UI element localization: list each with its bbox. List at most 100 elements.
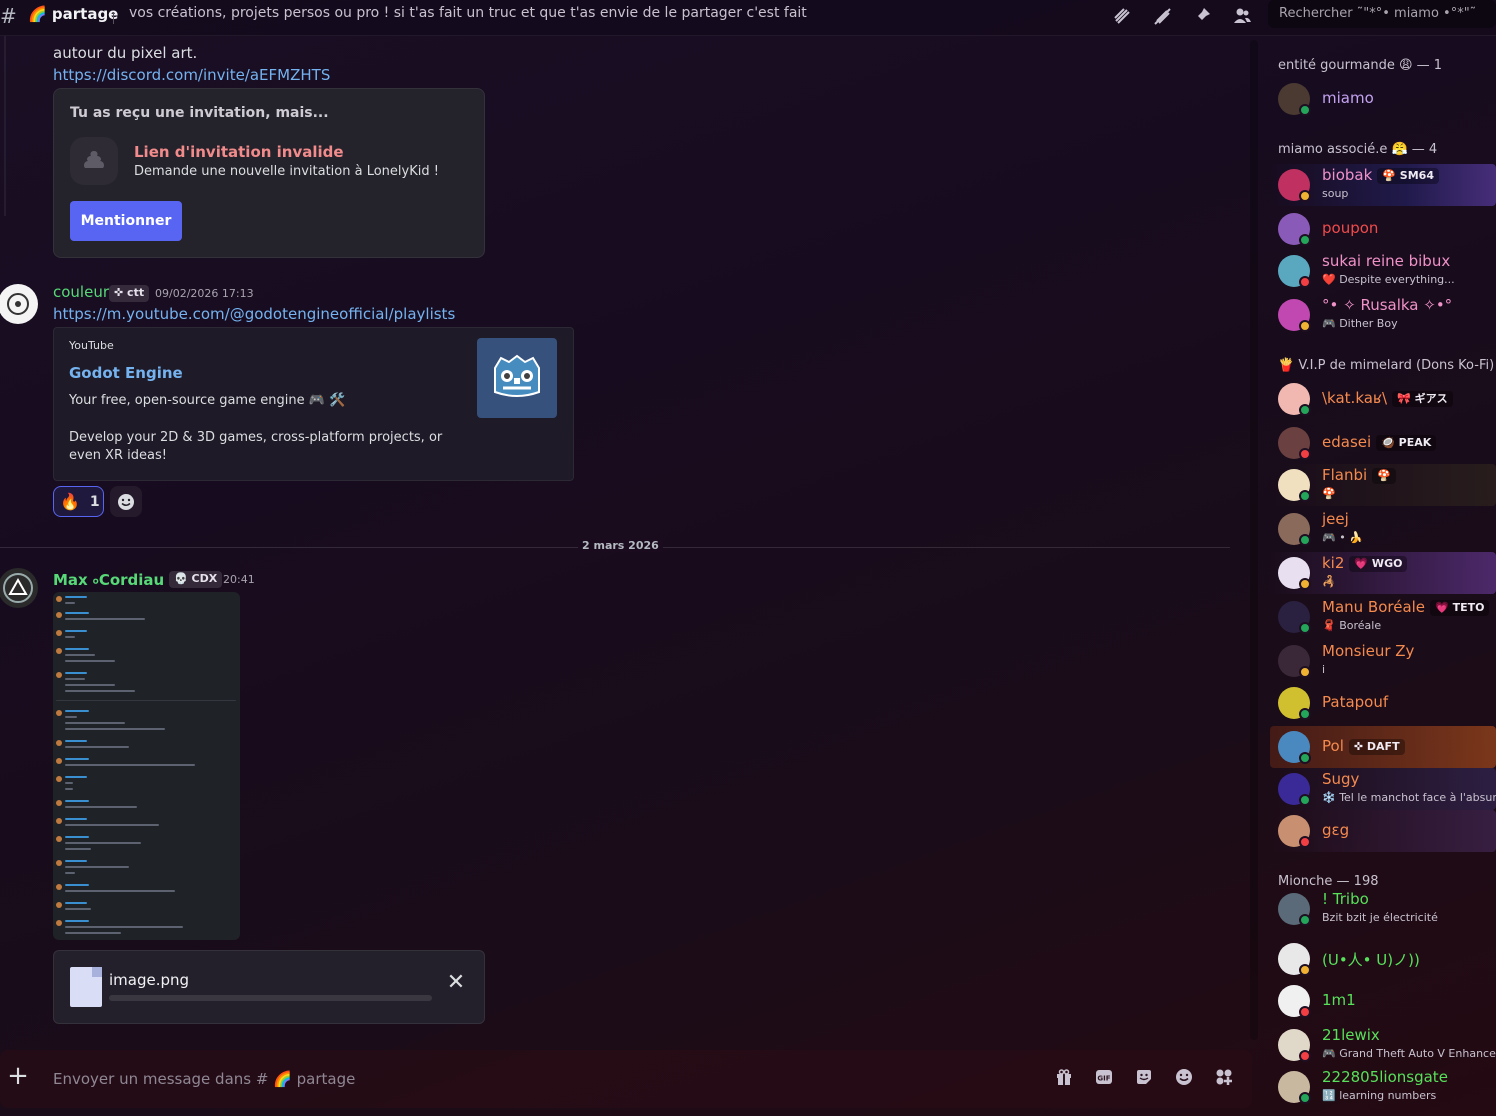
member-item[interactable]: Manu Boréale 💗 TETO 🧣 Boréale bbox=[1270, 596, 1496, 638]
member-item[interactable]: edasei 🥥 PEAK bbox=[1270, 422, 1496, 464]
status-indicator-icon bbox=[1299, 404, 1311, 416]
member-server-tag[interactable]: 🥥 PEAK bbox=[1376, 435, 1437, 451]
apps-icon[interactable] bbox=[1213, 1068, 1235, 1090]
embed-title[interactable]: Godot Engine bbox=[69, 364, 183, 382]
member-custom-status: 🎮 Dither Boy bbox=[1322, 317, 1398, 330]
upload-filename: image.png bbox=[109, 971, 190, 989]
img-chat-name bbox=[65, 776, 87, 778]
member-item[interactable]: Sugy ❄️ Tel le manchot face à l'absur bbox=[1270, 768, 1496, 810]
mention-button[interactable]: Mentionner bbox=[70, 201, 182, 241]
member-server-tag[interactable]: 🍄 bbox=[1372, 468, 1396, 484]
member-item[interactable]: Flanbi 🍄 🍄 bbox=[1270, 464, 1496, 506]
gif-icon[interactable]: GIF bbox=[1093, 1068, 1115, 1090]
member-item[interactable]: 21lewix 🎮 Grand Theft Auto V Enhanced bbox=[1270, 1024, 1496, 1066]
member-custom-status: 🎮 • 🍌 bbox=[1322, 531, 1363, 544]
sticker-icon[interactable] bbox=[1133, 1068, 1155, 1090]
member-server-tag[interactable]: ✜ DAFT bbox=[1348, 739, 1405, 755]
member-name: °• ✧ Rusalka ✧•° bbox=[1322, 296, 1453, 314]
status-indicator-icon bbox=[1299, 190, 1311, 202]
server-tag[interactable]: ✜ ctt bbox=[109, 285, 150, 302]
member-item[interactable]: (U•人• U)ノ)) bbox=[1270, 938, 1496, 980]
status-indicator-icon bbox=[1299, 752, 1311, 764]
member-item[interactable]: miamo bbox=[1270, 78, 1496, 120]
img-chat-name bbox=[65, 710, 89, 712]
member-server-tag[interactable]: 🍄 SM64 bbox=[1377, 168, 1439, 184]
author-name[interactable]: couleur bbox=[53, 283, 109, 301]
img-chat-line bbox=[65, 890, 175, 892]
member-list[interactable]: entité gourmande 😩 — 1 miamo associé.e 😤 … bbox=[1262, 36, 1496, 1116]
notifications-muted-icon[interactable] bbox=[1148, 2, 1176, 30]
img-chat-line bbox=[65, 764, 195, 766]
invalid-invite-icon bbox=[70, 137, 118, 185]
member-item[interactable]: ki2 💗 WGO 🦂 bbox=[1270, 552, 1496, 594]
tag-sparkle-icon: ✜ bbox=[114, 286, 128, 299]
member-item[interactable]: Patapouf bbox=[1270, 682, 1496, 724]
add-reaction-button[interactable] bbox=[110, 486, 142, 517]
img-chat-line bbox=[65, 848, 91, 850]
member-name: edasei bbox=[1322, 433, 1372, 451]
message-scrollbar[interactable] bbox=[1250, 40, 1258, 1040]
member-item[interactable]: biobak 🍄 SM64 soup bbox=[1270, 164, 1496, 206]
member-server-tag[interactable]: 🎀 ギアス bbox=[1392, 391, 1453, 407]
status-indicator-icon bbox=[1299, 490, 1311, 502]
img-chat-name bbox=[65, 630, 87, 632]
member-item[interactable]: \kat.kaʁ\ 🎀 ギアス bbox=[1270, 378, 1496, 420]
reaction-fire[interactable]: 🔥 1 bbox=[53, 486, 104, 517]
img-chat-line bbox=[65, 722, 125, 724]
img-chat-line bbox=[65, 932, 121, 934]
img-chat-avatar bbox=[56, 710, 62, 716]
member-custom-status: ❤️ Despite everything... bbox=[1322, 273, 1455, 286]
cancel-upload-icon[interactable]: ✕ bbox=[444, 971, 468, 995]
img-chat-divider bbox=[56, 700, 236, 701]
member-item[interactable]: ! Tribo Bzit bzit je électricité bbox=[1270, 888, 1496, 930]
member-item[interactable]: Monsieur Zy i bbox=[1270, 640, 1496, 682]
member-server-tag[interactable]: 💗 TETO bbox=[1430, 600, 1490, 616]
author-name[interactable]: Max ৹Cordiau bbox=[53, 569, 164, 594]
avatar-max-cordiau[interactable] bbox=[0, 568, 38, 608]
member-item[interactable]: Pol ✜ DAFT bbox=[1270, 726, 1496, 768]
img-chat-avatar bbox=[56, 612, 62, 618]
server-tag[interactable]: 💀 CDX bbox=[169, 571, 223, 588]
status-indicator-icon bbox=[1299, 276, 1311, 288]
img-chat-avatar bbox=[56, 672, 62, 678]
emoji-icon[interactable] bbox=[1173, 1068, 1195, 1090]
channel-header: # 🌈 partage vos créations, projets perso… bbox=[0, 0, 1496, 36]
avatar-couleur[interactable] bbox=[0, 284, 38, 324]
gift-icon[interactable] bbox=[1053, 1068, 1075, 1090]
channel-name: 🌈 partage bbox=[28, 5, 119, 23]
img-chat-line bbox=[65, 842, 141, 844]
message-timestamp: 09/02/2026 17:13 bbox=[155, 287, 254, 300]
member-item[interactable]: jeej 🎮 • 🍌 bbox=[1270, 508, 1496, 550]
member-item[interactable]: gɛg bbox=[1270, 810, 1496, 852]
threads-icon[interactable] bbox=[1108, 2, 1136, 30]
message-list[interactable]: autour du pixel art. https://discord.com… bbox=[0, 36, 1252, 1046]
invite-link[interactable]: https://discord.com/invite/aEFMZHTS bbox=[53, 66, 330, 84]
member-item[interactable]: 1m1 bbox=[1270, 980, 1496, 1022]
add-attachment-icon[interactable]: + bbox=[6, 1063, 30, 1089]
member-item[interactable]: sukai reine bibux ❤️ Despite everything..… bbox=[1270, 250, 1496, 292]
embed-provider: YouTube bbox=[69, 339, 114, 352]
godot-logo-icon[interactable] bbox=[477, 338, 557, 418]
img-chat-line bbox=[65, 654, 95, 656]
youtube-link[interactable]: https://m.youtube.com/@godotengineoffici… bbox=[53, 305, 455, 323]
img-chat-line bbox=[65, 728, 165, 730]
image-attachment[interactable] bbox=[53, 592, 240, 940]
member-item[interactable]: 222805lionsgate 🔢 learning numbers bbox=[1270, 1066, 1496, 1108]
member-name: \kat.kaʁ\ bbox=[1322, 389, 1388, 407]
invite-title: Tu as reçu une invitation, mais... bbox=[70, 105, 329, 121]
img-chat-avatar bbox=[56, 902, 62, 908]
member-item[interactable]: °• ✧ Rusalka ✧•° 🎮 Dither Boy bbox=[1270, 294, 1496, 336]
file-icon bbox=[70, 967, 102, 1007]
message-composer[interactable]: + Envoyer un message dans # 🌈 partage GI… bbox=[0, 1050, 1252, 1108]
member-custom-status: ❄️ Tel le manchot face à l'absur bbox=[1322, 791, 1496, 804]
pin-icon[interactable] bbox=[1188, 2, 1216, 30]
member-server-tag[interactable]: 💗 WGO bbox=[1349, 556, 1408, 572]
img-chat-avatar bbox=[56, 800, 62, 806]
channel-topic[interactable]: vos créations, projets persos ou pro ! s… bbox=[129, 5, 809, 21]
search-input[interactable]: Rechercher ˜"*°• miamo •°*"˜ bbox=[1268, 0, 1496, 28]
img-chat-line bbox=[65, 866, 129, 868]
status-indicator-icon bbox=[1299, 1006, 1311, 1018]
message-input[interactable]: Envoyer un message dans # 🌈 partage bbox=[53, 1070, 355, 1088]
member-list-icon[interactable] bbox=[1228, 2, 1256, 30]
member-item[interactable]: poupon bbox=[1270, 208, 1496, 250]
